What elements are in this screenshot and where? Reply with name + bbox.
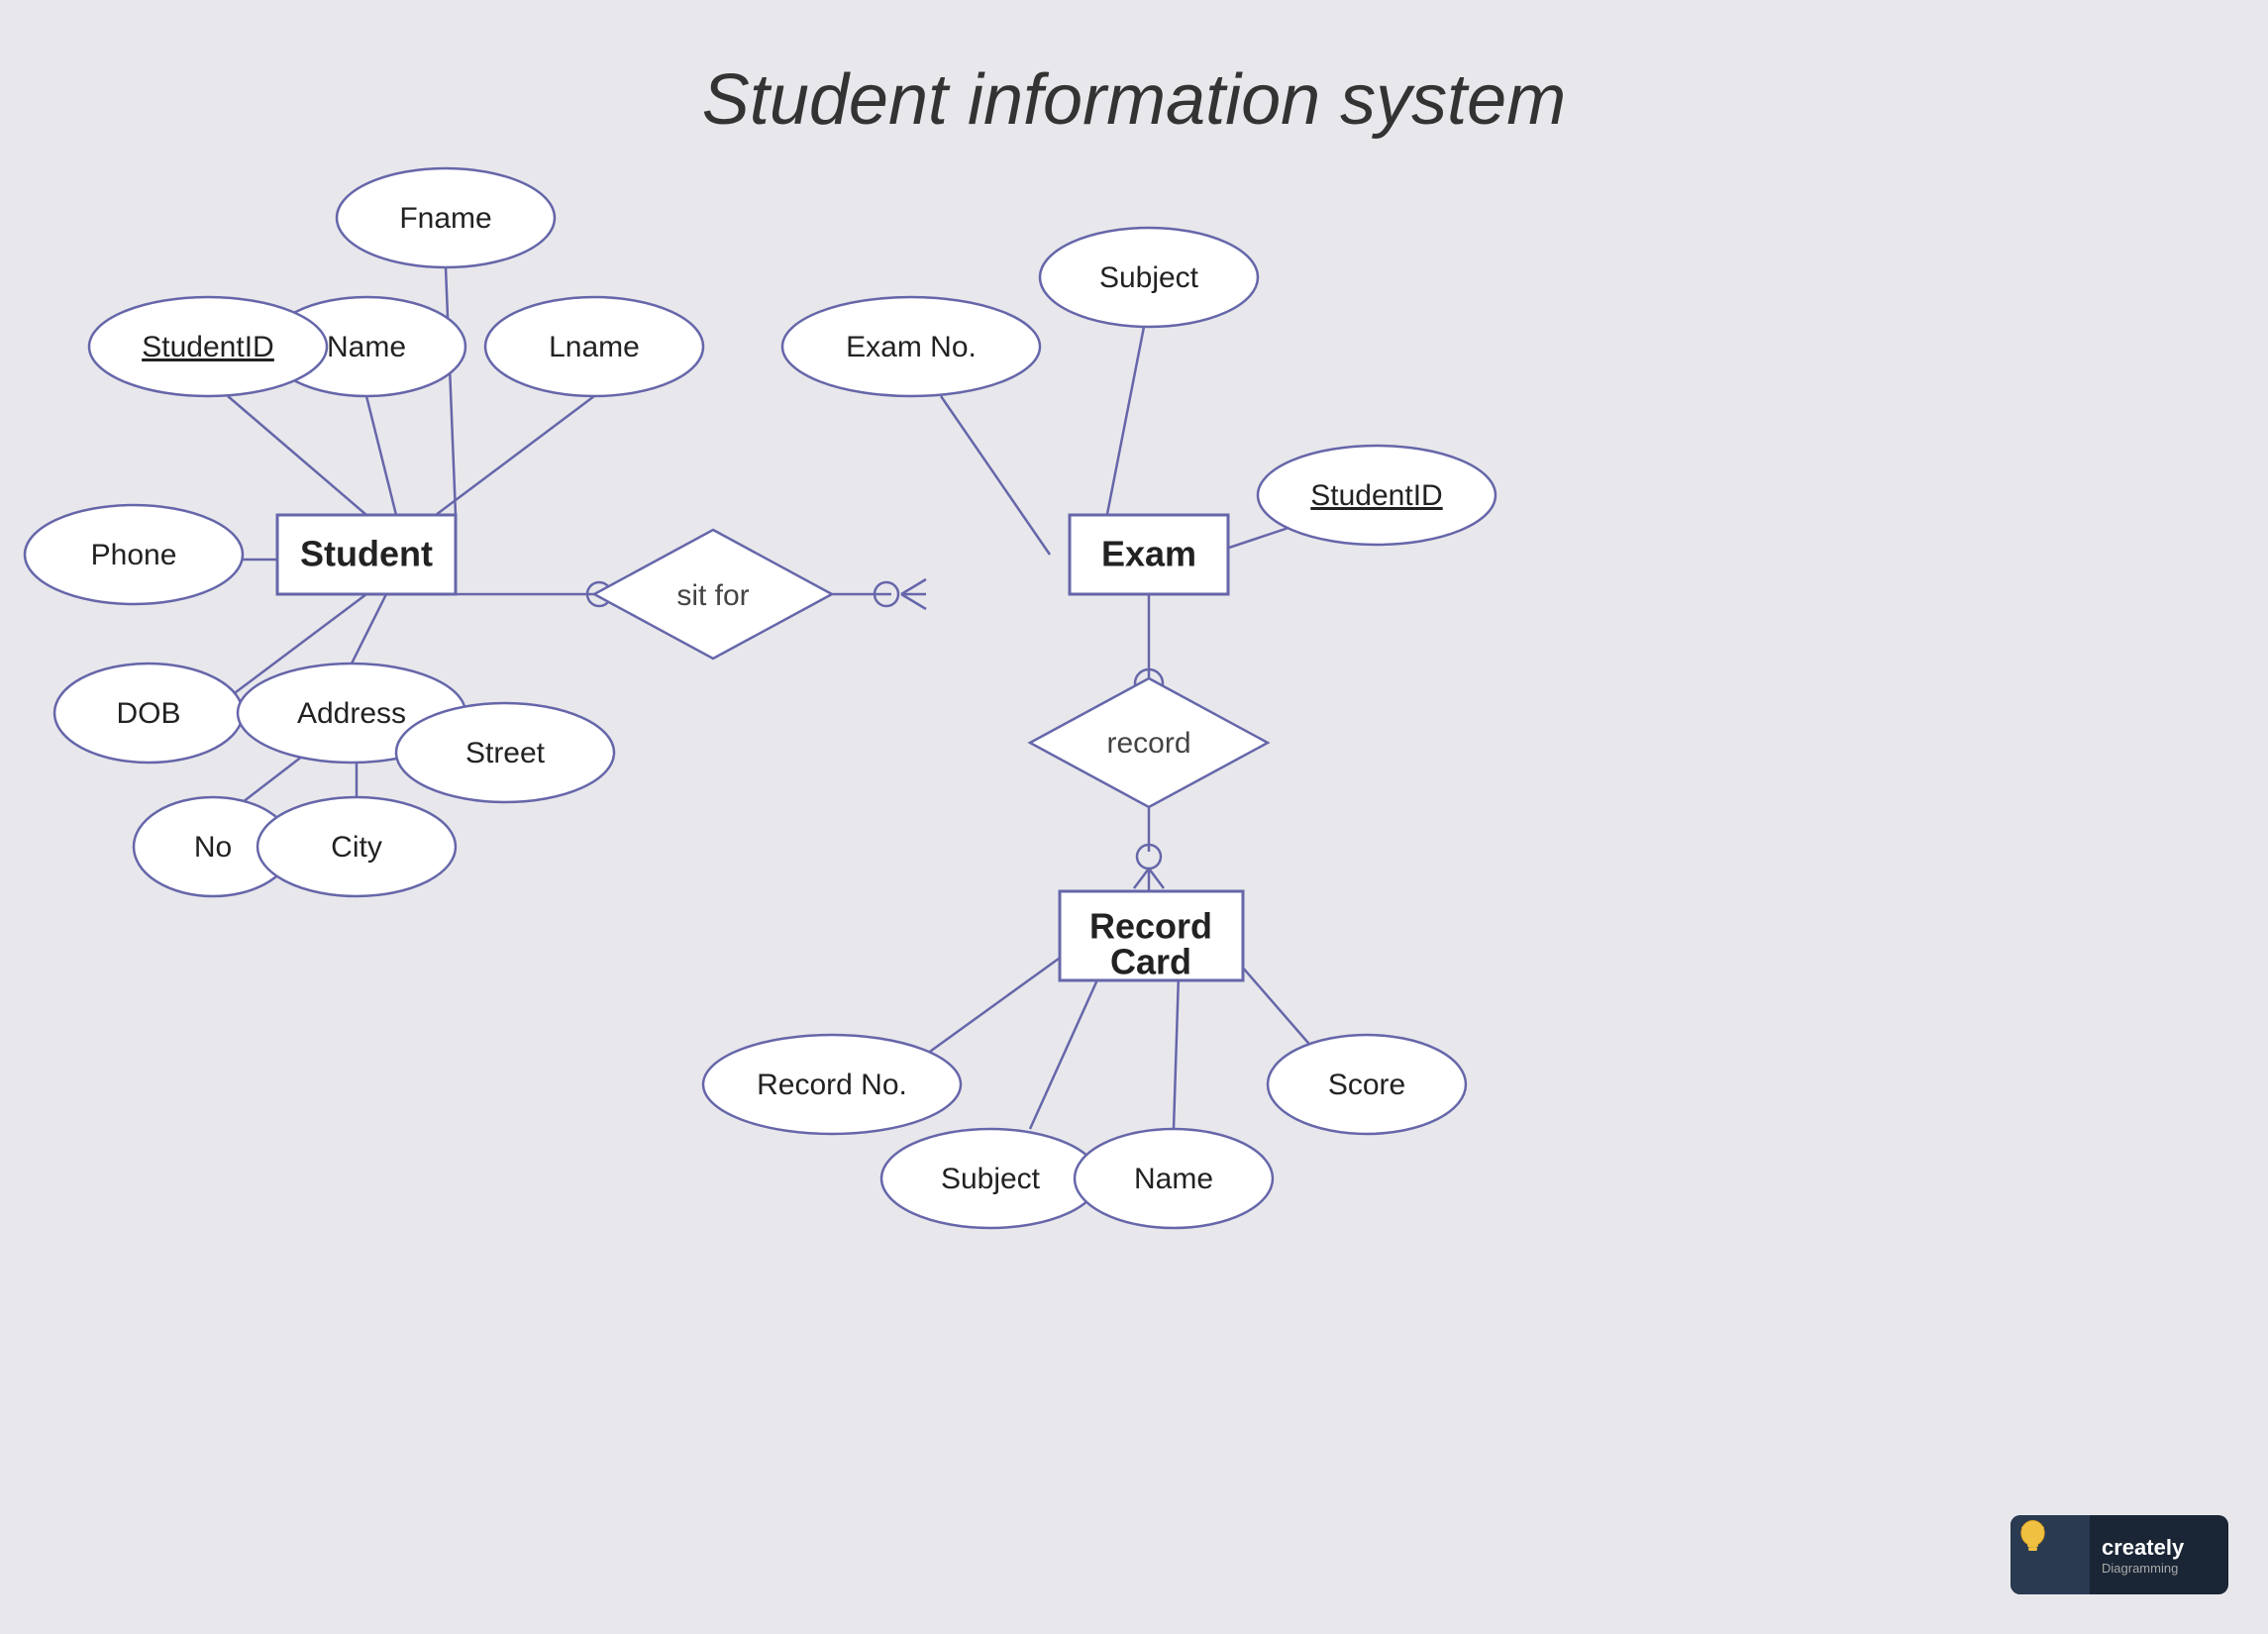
line-rc-subject (1030, 975, 1099, 1129)
entity-recordcard-label1: Record (1089, 906, 1212, 947)
bulb-icon (2010, 1515, 2055, 1560)
attr-studentid2-label: StudentID (1310, 479, 1442, 512)
entity-recordcard-label2: Card (1110, 942, 1191, 982)
attr-subject-rc-label: Subject (941, 1163, 1041, 1195)
logo-sub-text: Diagramming (2102, 1561, 2184, 1576)
rc-crowfoot1 (1134, 868, 1149, 888)
line-rc-name (1174, 975, 1179, 1129)
creately-logo: creately Diagramming (2010, 1515, 2228, 1594)
rel-record-label: record (1106, 727, 1190, 760)
attr-score-label: Score (1328, 1069, 1405, 1101)
logo-left-panel (2010, 1515, 2090, 1594)
line-student-lname (436, 396, 594, 515)
attr-recordno-label: Record No. (757, 1069, 907, 1101)
attr-examno-label: Exam No. (846, 331, 977, 363)
attr-address-label: Address (297, 697, 406, 730)
attr-dob-label: DOB (116, 697, 180, 730)
logo-text-panel: creately Diagramming (2090, 1527, 2196, 1583)
attr-fname-label: Fname (399, 202, 491, 235)
attr-name-label: Name (327, 331, 406, 363)
rc-crowfoot3 (1149, 868, 1164, 888)
line-student-name (366, 396, 396, 515)
attr-subject-exam-label: Subject (1099, 261, 1199, 294)
line-address-no (243, 753, 307, 802)
line-student-studentid (228, 396, 366, 515)
line-student-fname (446, 267, 456, 515)
line-exam-examno (941, 396, 1050, 555)
attr-lname-label: Lname (549, 331, 640, 363)
entity-student-label: Student (300, 534, 433, 574)
attr-name-rc-label: Name (1134, 1163, 1213, 1195)
attr-street-label: Street (465, 737, 546, 769)
rel-sitfor-label: sit for (676, 579, 749, 612)
attr-studentid-label: StudentID (142, 331, 273, 363)
attr-phone-label: Phone (91, 539, 177, 571)
er-diagram: Student Exam Record Card sit for record … (0, 0, 2268, 1634)
crowfoot-line3 (901, 594, 926, 609)
attr-city-label: City (331, 831, 382, 864)
crowfoot-line1 (901, 579, 926, 594)
line-student-address (352, 594, 386, 664)
logo-brand-name: creately (2102, 1535, 2184, 1561)
attr-no-label: No (194, 831, 232, 864)
entity-exam-label: Exam (1101, 534, 1196, 574)
diagram-container: Student information system (0, 0, 2268, 1634)
